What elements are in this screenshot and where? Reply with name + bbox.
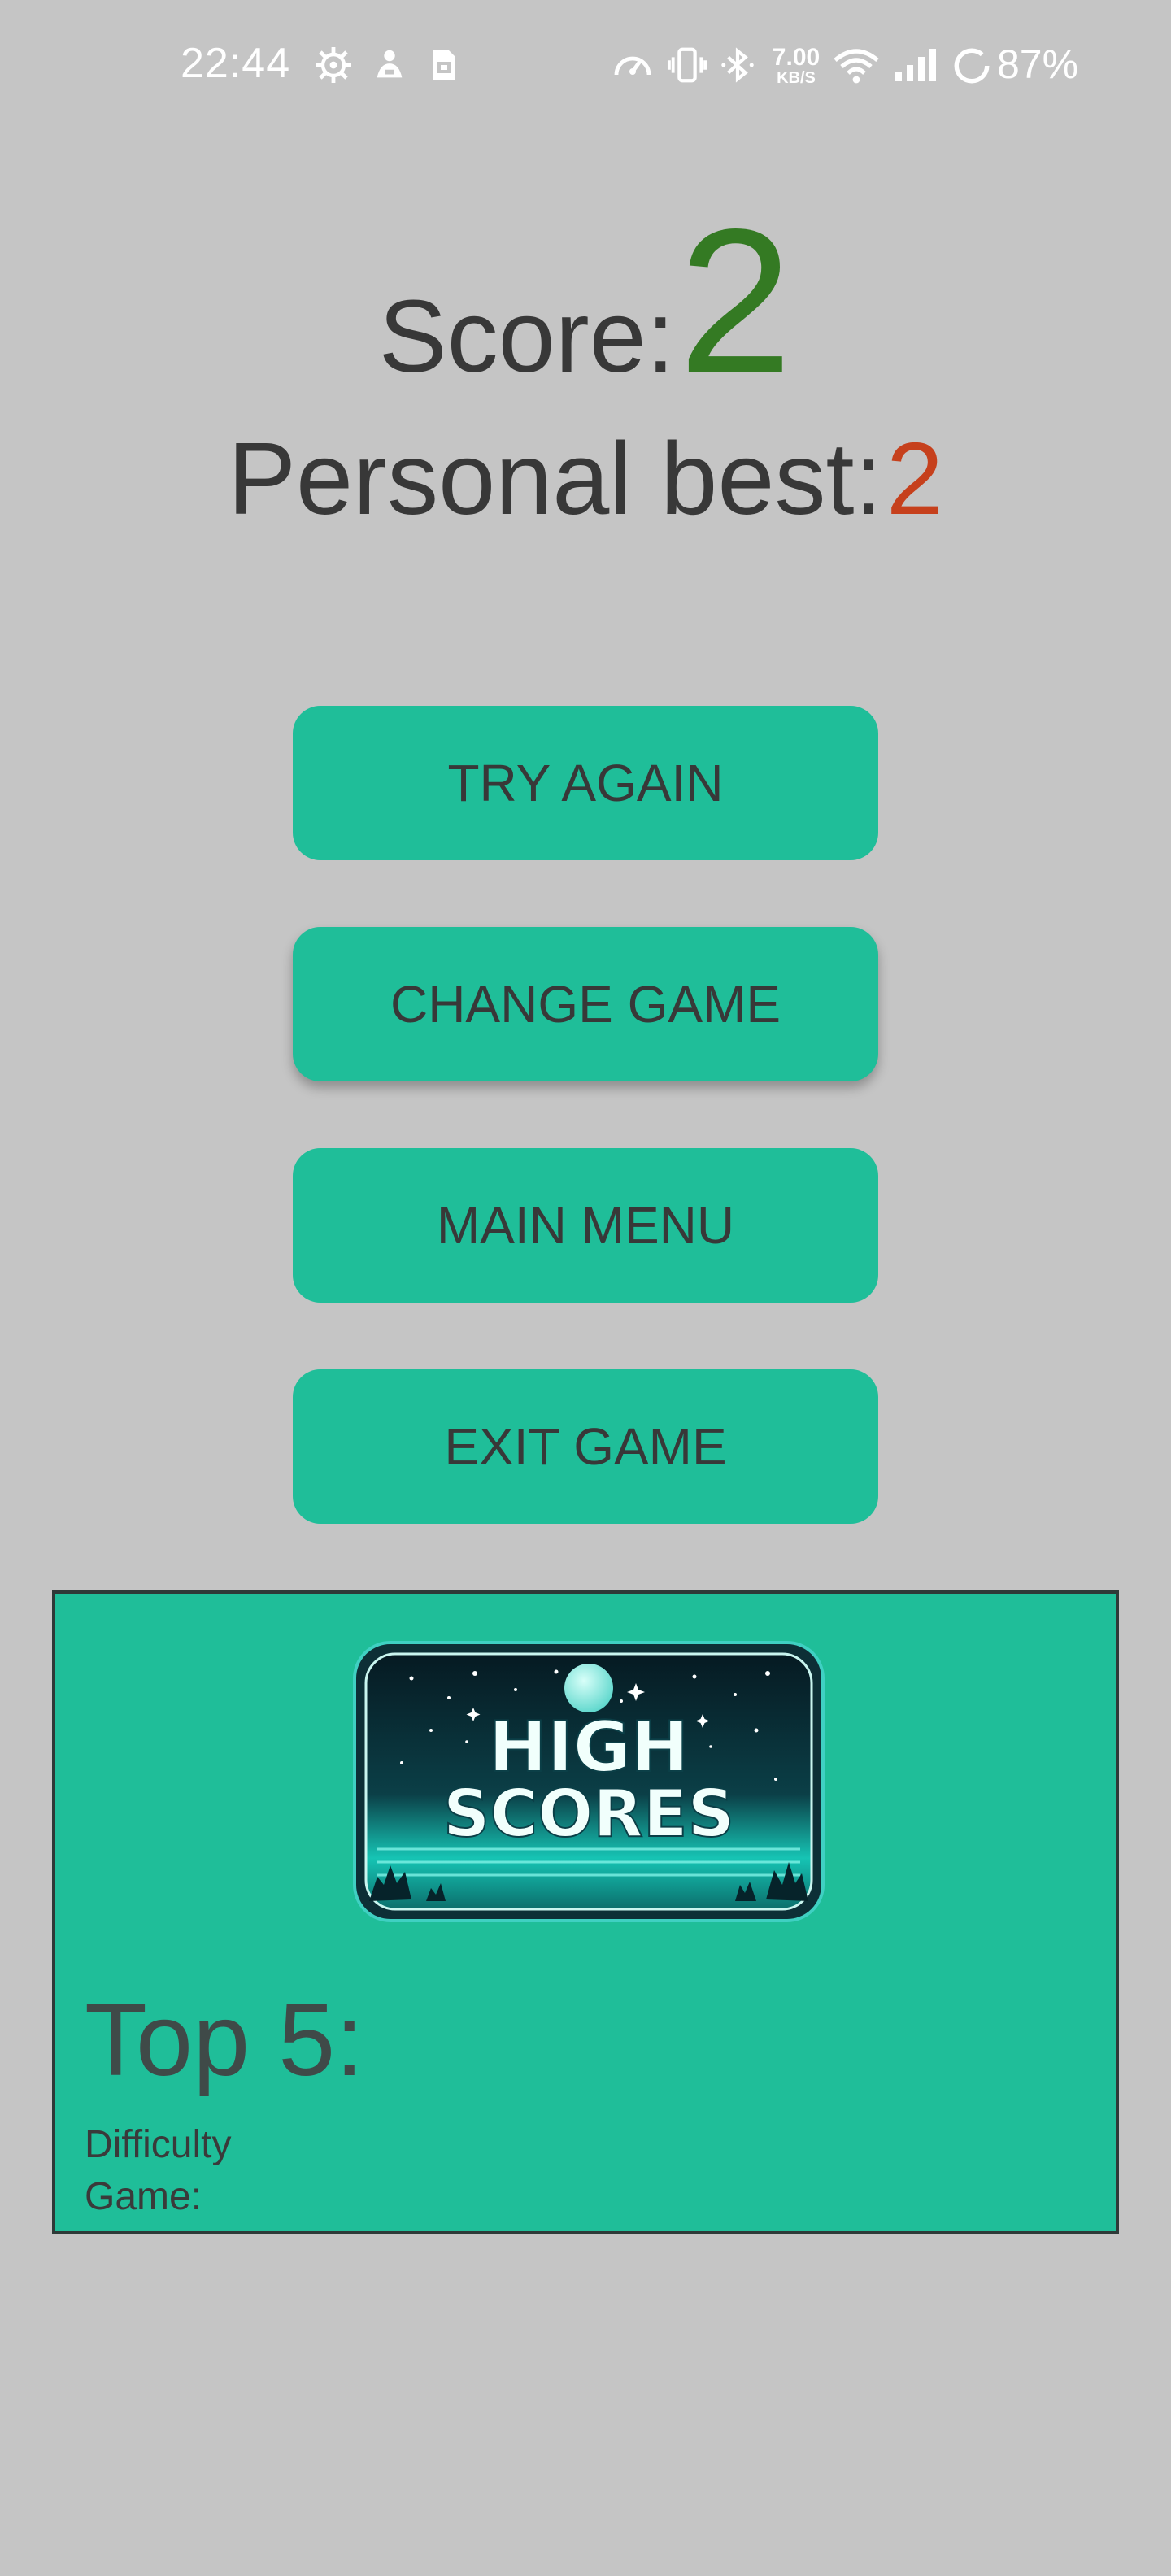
battery-ring-icon: [951, 46, 992, 86]
high-scores-panel: HIGH SCORES Top 5: Difficulty Game:: [52, 1590, 1119, 2234]
personal-best-label: Personal best:: [228, 421, 883, 536]
vibrate-icon: [667, 46, 707, 85]
network-speed: 7.00 KB/S: [768, 44, 825, 87]
difficulty-label: Difficulty: [85, 2123, 232, 2166]
change-game-button[interactable]: CHANGE GAME: [293, 927, 878, 1081]
logo-text-line2: SCORES: [443, 1776, 734, 1852]
exit-game-button[interactable]: EXIT GAME: [293, 1369, 878, 1524]
game-mode-icon: [371, 46, 408, 85]
bluetooth-icon: [719, 46, 756, 85]
personal-best-value: 2: [886, 421, 943, 536]
try-again-button[interactable]: TRY AGAIN: [293, 706, 878, 860]
network-speed-unit: KB/S: [777, 69, 816, 87]
wifi-icon: [831, 46, 882, 85]
score-value: 2: [678, 187, 793, 416]
score-label: Score:: [378, 279, 675, 394]
game-over-screen: 22:44 7.00 KB/S 87% Score: 2 Personal be…: [0, 0, 1171, 2576]
battery-percent: 87%: [997, 41, 1079, 87]
status-bar: 22:44 7.00 KB/S 87%: [0, 0, 1171, 130]
main-menu-button[interactable]: MAIN MENU: [293, 1148, 878, 1303]
settings-gear-icon: [314, 46, 353, 85]
personal-best-line: Personal best: 2: [0, 420, 1171, 537]
status-time: 22:44: [181, 40, 291, 87]
top-five-heading: Top 5:: [85, 1982, 364, 2097]
sim-card-icon: [424, 46, 464, 85]
speedometer-icon: [612, 46, 654, 85]
score-line: Score: 2: [0, 184, 1171, 419]
signal-icon: [891, 46, 942, 85]
network-speed-value: 7.00: [772, 44, 821, 71]
high-scores-logo: HIGH SCORES: [353, 1641, 825, 1922]
game-label: Game:: [85, 2175, 202, 2218]
